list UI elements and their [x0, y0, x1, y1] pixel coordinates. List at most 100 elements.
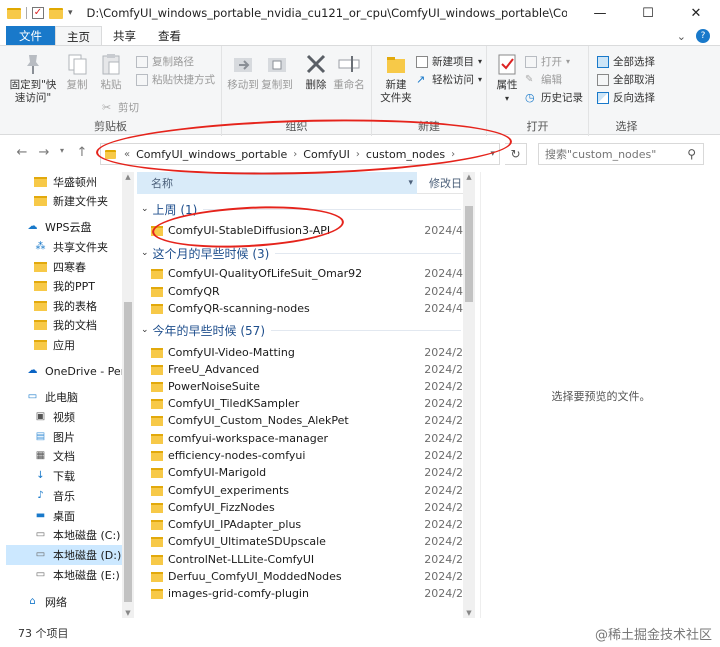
cut-button[interactable]: ✂ 剪切 [102, 100, 139, 115]
scroll-up-icon[interactable]: ▲ [122, 173, 134, 181]
search-box[interactable]: ⚲ [538, 143, 704, 165]
forward-arrow-icon[interactable]: → [34, 145, 54, 160]
properties-check-icon[interactable]: ✓ [32, 7, 44, 19]
address-history-chevron-down-icon[interactable]: ▾ [490, 149, 495, 159]
nav-item[interactable]: 新建文件夹 [0, 191, 122, 211]
history-button[interactable]: ◷ 历史记录 [525, 90, 583, 105]
chevron-down-icon[interactable]: ▾ [68, 8, 73, 18]
collapse-chevron-icon[interactable]: ⌄ [141, 204, 149, 214]
nav-item[interactable]: 华盛顿州 [0, 172, 122, 192]
maximize-button[interactable]: ☐ [624, 0, 672, 26]
chevron-right-icon[interactable]: › [291, 149, 299, 160]
file-row[interactable]: ComfyUI-StableDiffusion3-API 2024/4 [151, 222, 463, 239]
nav-item[interactable]: ☁ OneDrive - Perso [0, 361, 123, 381]
file-row[interactable]: ComfyUI-Video-Matting 2024/2 [151, 344, 463, 361]
file-row[interactable]: ComfyUI_IPAdapter_plus 2024/2 [151, 516, 463, 533]
group-header[interactable]: ⌄ 上周 (1) [141, 200, 461, 218]
back-arrow-icon[interactable]: ← [12, 145, 32, 160]
breadcrumb-segment[interactable]: ComfyUI_windows_portable [132, 148, 291, 161]
list-scroll-thumb[interactable] [465, 206, 473, 302]
breadcrumb-segment[interactable]: ComfyUI [299, 148, 354, 161]
search-icon[interactable]: ⚲ [687, 147, 696, 161]
nav-scrollbar[interactable]: ▲ ▼ [122, 172, 134, 618]
file-row[interactable]: ComfyUI_experiments 2024/2 [151, 482, 463, 499]
refresh-button[interactable]: ↻ [505, 143, 527, 165]
collapse-chevron-icon[interactable]: ⌄ [141, 248, 149, 258]
file-row[interactable]: images-grid-comfy-plugin 2024/2 [151, 585, 463, 602]
nav-item[interactable]: ⁂ 共享文件夹 [0, 237, 122, 257]
file-row[interactable]: Derfuu_ComfyUI_ModdedNodes 2024/2 [151, 568, 463, 585]
nav-item[interactable]: ↓ 下载 [0, 466, 122, 486]
minimize-button[interactable]: — [576, 0, 624, 26]
file-row[interactable]: ComfyUI-Marigold 2024/2 [151, 464, 463, 481]
list-scrollbar[interactable]: ▲ ▼ [463, 172, 475, 618]
file-row[interactable]: ComfyUI-QualityOfLifeSuit_Omar92 2024/4 [151, 265, 463, 282]
copy-to-button[interactable]: 复制到 [260, 52, 294, 92]
new-folder-button[interactable]: 新建 文件夹 [376, 52, 416, 105]
easy-access-button[interactable]: ↗ 轻松访问 ▾ [416, 72, 482, 87]
up-arrow-icon[interactable]: ↑ [72, 145, 92, 160]
nav-item[interactable]: 我的表格 [0, 296, 122, 316]
paste-shortcut-button[interactable]: 粘贴快捷方式 [136, 72, 215, 87]
copy-path-button[interactable]: 复制路径 [136, 54, 194, 69]
nav-item[interactable]: ▭ 此电脑 [0, 387, 122, 407]
address-bar[interactable]: « ComfyUI_windows_portable › ComfyUI › c… [100, 143, 500, 165]
nav-item[interactable]: ▭ 本地磁盘 (C:) [0, 525, 122, 545]
breadcrumb-segment[interactable]: custom_nodes [362, 148, 449, 161]
column-name[interactable]: 名称 ▾ [137, 172, 417, 194]
breadcrumb-overflow[interactable]: « [116, 149, 132, 160]
nav-item[interactable]: 我的PPT [0, 276, 122, 296]
scroll-down-icon[interactable]: ▼ [463, 609, 475, 617]
chevron-down-icon[interactable]: ⌄ [677, 30, 686, 43]
select-all-button[interactable]: 全部选择 [597, 54, 655, 69]
new-folder-icon[interactable] [49, 7, 63, 19]
file-row[interactable]: comfyui-workspace-manager 2024/2 [151, 430, 463, 447]
nav-item[interactable]: ♪ 音乐 [0, 486, 122, 506]
nav-item[interactable]: ▭ 本地磁盘 (E:) [0, 565, 122, 585]
column-date[interactable]: 修改日 [417, 175, 462, 191]
search-input[interactable] [545, 147, 675, 161]
close-button[interactable]: ✕ [672, 0, 720, 26]
nav-item[interactable]: ☁ WPS云盘 [0, 217, 122, 237]
nav-item[interactable]: 我的文档 [0, 315, 122, 335]
nav-item[interactable]: 四寒春 [0, 257, 122, 277]
open-button[interactable]: 打开 ▾ [525, 54, 570, 69]
nav-item[interactable]: 应用 [0, 335, 122, 355]
nav-item[interactable]: ▬ 桌面 [0, 506, 122, 526]
help-icon[interactable]: ? [696, 29, 710, 43]
delete-button[interactable]: 删除 [302, 52, 330, 92]
file-row[interactable]: ComfyUI_TiledKSampler 2024/2 [151, 395, 463, 412]
file-row[interactable]: efficiency-nodes-comfyui 2024/2 [151, 447, 463, 464]
copy-button[interactable]: 复制 [62, 52, 92, 92]
chevron-right-icon[interactable]: › [354, 149, 362, 160]
file-row[interactable]: ComfyUI_FizzNodes 2024/2 [151, 499, 463, 516]
new-item-button[interactable]: 新建项目 ▾ [416, 54, 482, 69]
group-header[interactable]: ⌄ 今年的早些时候 (57) [141, 321, 461, 339]
file-row[interactable]: ComfyQR-scanning-nodes 2024/4 [151, 300, 463, 317]
tab-view[interactable]: 查看 [147, 26, 192, 46]
file-row[interactable]: FreeU_Advanced 2024/2 [151, 361, 463, 378]
invert-selection-button[interactable]: 反向选择 [597, 90, 655, 105]
chevron-right-icon[interactable]: › [449, 149, 457, 160]
group-header[interactable]: ⌄ 这个月的早些时候 (3) [141, 244, 461, 262]
collapse-chevron-icon[interactable]: ⌄ [141, 325, 149, 335]
file-row[interactable]: ControlNet-LLLite-ComfyUI 2024/2 [151, 551, 463, 568]
nav-item[interactable]: ▣ 视频 [0, 407, 122, 427]
nav-item[interactable]: ▤ 图片 [0, 427, 122, 447]
pin-quick-access-button[interactable]: 固定到"快 速访问" [8, 52, 58, 105]
nav-scroll-thumb[interactable] [124, 302, 132, 602]
scroll-down-icon[interactable]: ▼ [122, 609, 134, 617]
paste-button[interactable]: 粘贴 [96, 52, 126, 92]
rename-button[interactable]: 重命名 [332, 52, 366, 92]
move-to-button[interactable]: 移动到 [226, 52, 260, 92]
nav-item[interactable]: ▭ 本地磁盘 (D:) [6, 545, 122, 565]
file-row[interactable]: ComfyQR 2024/4 [151, 283, 463, 300]
select-none-button[interactable]: 全部取消 [597, 72, 655, 87]
tab-file[interactable]: 文件 [6, 26, 55, 46]
properties-button[interactable]: 属性 ▾ [493, 52, 521, 105]
nav-item[interactable]: ▦ 文档 [0, 446, 122, 466]
tab-home[interactable]: 主页 [55, 26, 102, 46]
recent-chevron-down-icon[interactable]: ▾ [52, 146, 72, 155]
file-row[interactable]: ComfyUI_Custom_Nodes_AlekPet 2024/2 [151, 412, 463, 429]
file-row[interactable]: ComfyUI_UltimateSDUpscale 2024/2 [151, 533, 463, 550]
